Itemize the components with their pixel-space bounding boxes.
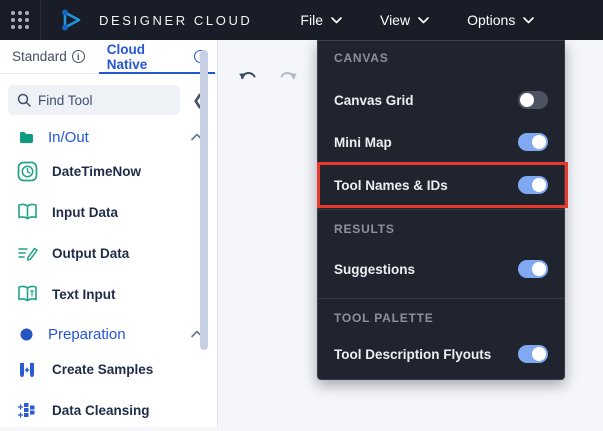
search-icon <box>17 93 31 107</box>
view-menu-panel: CANVAS Canvas Grid Mini Map Tool Names &… <box>317 40 565 380</box>
menu-file[interactable]: File <box>300 12 342 28</box>
menu-item-canvas-grid[interactable]: Canvas Grid <box>334 79 548 121</box>
test-tubes-icon <box>16 360 38 380</box>
canvas-grid-toggle[interactable] <box>518 91 548 109</box>
tool-item-output-data[interactable]: Output Data <box>0 233 217 274</box>
toggle-knob <box>532 347 546 361</box>
menu-options[interactable]: Options <box>467 12 534 28</box>
menu-section-header-results: RESULTS <box>334 222 548 238</box>
toggle-knob <box>532 178 546 192</box>
chevron-down-icon <box>331 17 342 24</box>
folder-icon <box>18 131 34 144</box>
tool-item-data-cleansing[interactable]: Data Cleansing <box>0 390 217 431</box>
menu-item-suggestions[interactable]: Suggestions <box>334 248 548 290</box>
book-text-icon <box>16 285 38 304</box>
grid-icon <box>11 11 29 29</box>
toggle-knob <box>520 93 534 107</box>
circle-icon <box>18 328 34 341</box>
menu-item-tool-names-ids[interactable]: Tool Names & IDs <box>334 163 548 207</box>
top-bar: DESIGNER CLOUD File View Options <box>0 0 603 40</box>
menu-item-mini-map[interactable]: Mini Map <box>334 121 548 163</box>
sidebar-scrollbar[interactable] <box>200 50 208 350</box>
find-tool-searchbox[interactable] <box>8 85 180 115</box>
cleanse-columns-icon <box>16 401 38 421</box>
menu-view[interactable]: View <box>380 12 429 28</box>
topbar-divider <box>40 0 41 40</box>
category-in-out[interactable]: In/Out <box>0 123 217 151</box>
suggestions-toggle[interactable] <box>518 260 548 278</box>
undo-icon <box>238 68 260 83</box>
tool-item-create-samples[interactable]: Create Samples <box>0 349 217 390</box>
redo-button[interactable] <box>276 68 298 83</box>
tool-item-datetimenow[interactable]: DateTimeNow <box>0 151 217 192</box>
app-grid-button[interactable] <box>0 0 40 40</box>
tool-palette-sidebar: Standard i Cloud Native i ❮ In/Out DateT… <box>0 40 217 427</box>
tab-cloud-native[interactable]: Cloud Native i <box>97 40 217 73</box>
toggle-knob <box>532 135 546 149</box>
menu-item-tool-description-flyouts[interactable]: Tool Description Flyouts <box>334 333 548 375</box>
menu-section-header-tool-palette: TOOL PALETTE <box>334 311 548 327</box>
chevron-down-icon <box>523 17 534 24</box>
open-book-icon <box>16 203 38 222</box>
menu-divider <box>318 209 564 210</box>
palette-tabs: Standard i Cloud Native i <box>0 40 217 74</box>
menu-divider <box>318 298 564 299</box>
tool-item-text-input[interactable]: Text Input <box>0 274 217 315</box>
app-title: DESIGNER CLOUD <box>99 13 252 28</box>
menu-section-header-canvas: CANVAS <box>334 41 548 67</box>
menubar: File View Options <box>300 12 534 28</box>
redo-icon <box>276 68 298 83</box>
mini-map-toggle[interactable] <box>518 133 548 151</box>
tool-item-input-data[interactable]: Input Data <box>0 192 217 233</box>
find-tool-input[interactable] <box>38 93 158 108</box>
chevron-down-icon <box>418 17 429 24</box>
info-icon[interactable]: i <box>72 50 85 63</box>
tool-description-flyouts-toggle[interactable] <box>518 345 548 363</box>
pencil-lines-icon <box>16 244 38 263</box>
undo-button[interactable] <box>238 68 260 83</box>
clock-square-icon <box>16 161 38 182</box>
toggle-knob <box>532 262 546 276</box>
tab-standard[interactable]: Standard i <box>2 40 95 73</box>
tool-names-ids-toggle[interactable] <box>518 176 548 194</box>
designer-cloud-logo-icon <box>59 8 85 32</box>
category-preparation[interactable]: Preparation <box>0 319 217 349</box>
